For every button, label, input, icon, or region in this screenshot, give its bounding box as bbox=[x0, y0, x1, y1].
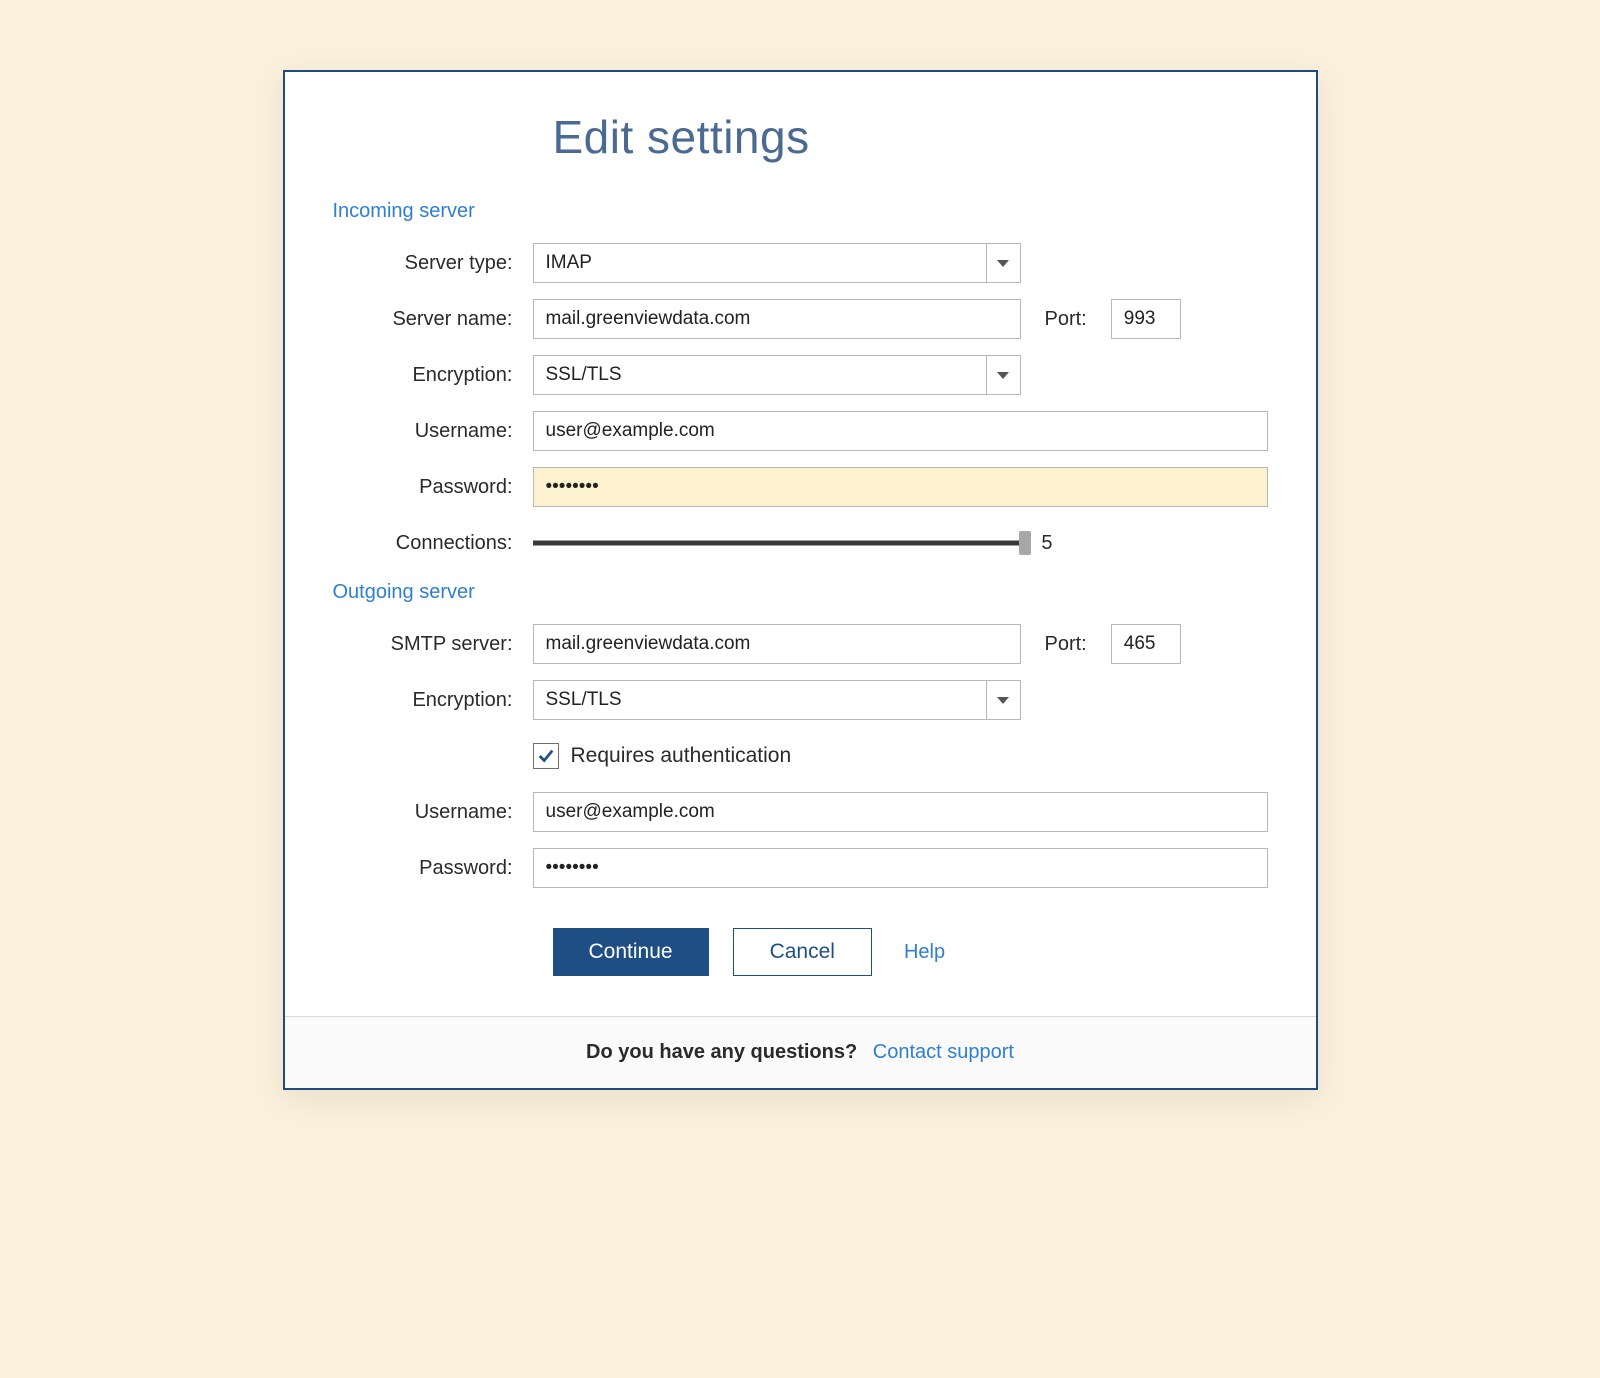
outgoing-header: Outgoing server bbox=[333, 581, 1268, 604]
row-in-encryption: Encryption: SSL/TLS bbox=[333, 355, 1268, 395]
row-connections: Connections: 5 bbox=[333, 523, 1268, 563]
out-encryption-label: Encryption: bbox=[333, 689, 533, 712]
continue-button[interactable]: Continue bbox=[553, 928, 709, 976]
connections-slider[interactable] bbox=[533, 533, 1026, 553]
row-server-name: Server name: Port: bbox=[333, 299, 1268, 339]
cancel-button[interactable]: Cancel bbox=[733, 928, 872, 976]
buttons-row: Continue Cancel Help bbox=[553, 928, 1268, 976]
in-username-label: Username: bbox=[333, 420, 533, 443]
settings-panel: Edit settings Incoming server Server typ… bbox=[283, 70, 1318, 1090]
slider-track bbox=[533, 541, 1026, 546]
panel-content: Edit settings Incoming server Server typ… bbox=[285, 72, 1316, 1016]
row-out-encryption: Encryption: SSL/TLS bbox=[333, 680, 1268, 720]
connections-label: Connections: bbox=[333, 532, 533, 555]
checkmark-icon bbox=[537, 747, 555, 765]
in-encryption-value: SSL/TLS bbox=[534, 356, 986, 394]
outgoing-port-input[interactable] bbox=[1111, 624, 1181, 664]
row-in-username: Username: bbox=[333, 411, 1268, 451]
out-password-input[interactable] bbox=[533, 848, 1268, 888]
row-out-username: Username: bbox=[333, 792, 1268, 832]
smtp-label: SMTP server: bbox=[333, 633, 533, 656]
out-password-label: Password: bbox=[333, 857, 533, 880]
out-username-label: Username: bbox=[333, 801, 533, 824]
server-type-dropdown-button[interactable] bbox=[986, 244, 1020, 282]
out-encryption-dropdown-button[interactable] bbox=[986, 681, 1020, 719]
footer: Do you have any questions? Contact suppo… bbox=[285, 1016, 1316, 1088]
out-encryption-select[interactable]: SSL/TLS bbox=[533, 680, 1021, 720]
caret-down-icon bbox=[997, 372, 1009, 379]
smtp-input[interactable] bbox=[533, 624, 1021, 664]
contact-support-link[interactable]: Contact support bbox=[873, 1041, 1014, 1063]
row-smtp: SMTP server: Port: bbox=[333, 624, 1268, 664]
out-encryption-value: SSL/TLS bbox=[534, 681, 986, 719]
caret-down-icon bbox=[997, 697, 1009, 704]
row-requires-auth: Requires authentication bbox=[333, 736, 1268, 776]
connections-value: 5 bbox=[1041, 532, 1052, 555]
help-link[interactable]: Help bbox=[904, 941, 945, 964]
caret-down-icon bbox=[997, 260, 1009, 267]
in-encryption-select[interactable]: SSL/TLS bbox=[533, 355, 1021, 395]
out-username-input[interactable] bbox=[533, 792, 1268, 832]
in-password-label: Password: bbox=[333, 476, 533, 499]
page-title: Edit settings bbox=[553, 110, 1268, 164]
requires-auth-checkbox[interactable]: Requires authentication bbox=[533, 743, 792, 769]
checkbox-box bbox=[533, 743, 559, 769]
incoming-port-label: Port: bbox=[1045, 308, 1087, 331]
incoming-port-input[interactable] bbox=[1111, 299, 1181, 339]
in-encryption-label: Encryption: bbox=[333, 364, 533, 387]
in-username-input[interactable] bbox=[533, 411, 1268, 451]
row-out-password: Password: bbox=[333, 848, 1268, 888]
server-name-label: Server name: bbox=[333, 308, 533, 331]
row-in-password: Password: bbox=[333, 467, 1268, 507]
slider-thumb[interactable] bbox=[1019, 531, 1031, 555]
server-type-value: IMAP bbox=[534, 244, 986, 282]
row-server-type: Server type: IMAP bbox=[333, 243, 1268, 283]
footer-question: Do you have any questions? bbox=[586, 1041, 857, 1063]
in-password-input[interactable] bbox=[533, 467, 1268, 507]
incoming-header: Incoming server bbox=[333, 200, 1268, 223]
in-encryption-dropdown-button[interactable] bbox=[986, 356, 1020, 394]
server-type-label: Server type: bbox=[333, 252, 533, 275]
server-type-select[interactable]: IMAP bbox=[533, 243, 1021, 283]
server-name-input[interactable] bbox=[533, 299, 1021, 339]
outgoing-port-label: Port: bbox=[1045, 633, 1087, 656]
requires-auth-label: Requires authentication bbox=[571, 744, 792, 768]
